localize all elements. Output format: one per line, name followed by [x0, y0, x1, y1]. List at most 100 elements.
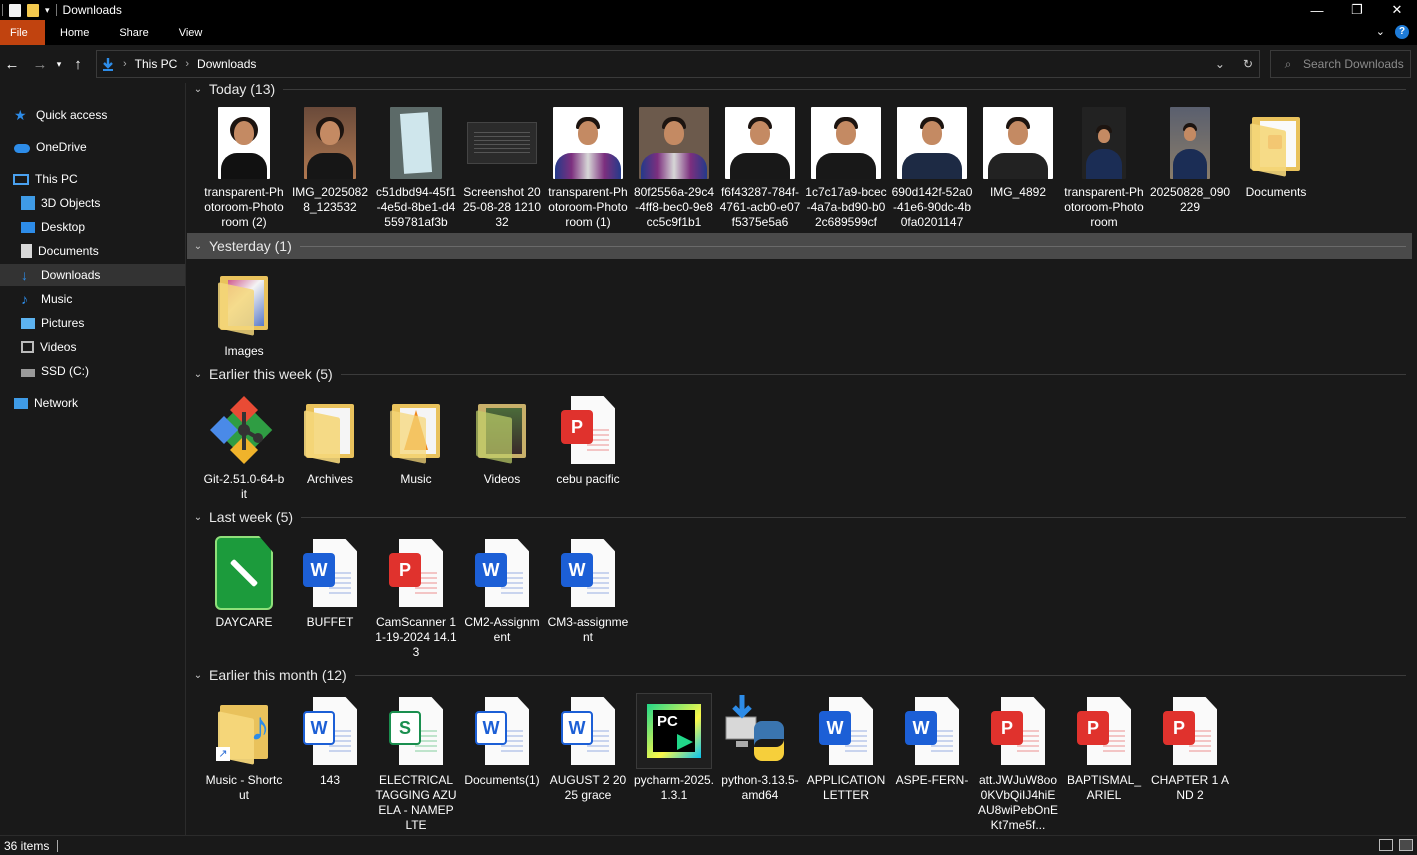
- properties-icon[interactable]: [9, 3, 21, 17]
- forward-arrow-icon[interactable]: →: [28, 56, 52, 73]
- list-item[interactable]: Git-2.51.0-64-bit: [203, 392, 285, 502]
- refresh-icon[interactable]: ↻: [1243, 57, 1253, 71]
- sidebar-item-label: Network: [34, 396, 79, 410]
- search-box[interactable]: ⌕ Search Downloads: [1270, 50, 1411, 78]
- list-item[interactable]: Images: [203, 264, 285, 359]
- folder-icon: [474, 400, 530, 464]
- list-item[interactable]: Music: [375, 392, 457, 487]
- details-view-icon[interactable]: [1379, 839, 1393, 851]
- pdf-file-icon: P: [1163, 697, 1217, 765]
- item-label: 80f2556a-29c4-4ff8-bec0-9e8cc5c9f1b1: [633, 185, 715, 229]
- breadcrumb-downloads[interactable]: Downloads: [197, 57, 256, 71]
- list-item[interactable]: W ASPE-FERN-: [891, 693, 973, 788]
- list-item[interactable]: P CamScanner 11-19-2024 14.13: [375, 535, 457, 660]
- list-item[interactable]: W CM3-assignment: [547, 535, 629, 645]
- sidebar-item-3d-objects[interactable]: 3D Objects: [0, 192, 185, 214]
- group-header-last-week[interactable]: ⌄ Last week (5): [187, 504, 1412, 530]
- list-item[interactable]: Documents: [1235, 105, 1317, 200]
- list-item[interactable]: DAYCARE: [203, 535, 285, 630]
- list-item[interactable]: W APPLICATION LETTER: [805, 693, 887, 803]
- tab-file[interactable]: File: [0, 20, 45, 45]
- pc-icon: [13, 173, 29, 185]
- tab-home[interactable]: Home: [45, 20, 104, 45]
- address-bar[interactable]: › This PC › Downloads ⌄ ↻: [96, 50, 1260, 78]
- minimize-button[interactable]: —: [1297, 0, 1337, 20]
- sidebar-item-downloads[interactable]: ↓ Downloads: [0, 264, 185, 286]
- list-item[interactable]: Screenshot 2025-08-28 121032: [461, 105, 543, 230]
- address-dropdown-icon[interactable]: ⌄: [1215, 57, 1225, 71]
- list-item[interactable]: W BUFFET: [289, 535, 371, 630]
- git-installer-icon: [210, 396, 273, 464]
- sidebar-item-desktop[interactable]: Desktop: [0, 216, 185, 238]
- group-header-earlier-this-month[interactable]: ⌄ Earlier this month (12): [187, 662, 1412, 688]
- list-item[interactable]: P CHAPTER 1 AND 2: [1149, 693, 1231, 803]
- back-arrow-icon[interactable]: ←: [0, 56, 24, 73]
- list-item[interactable]: PC pycharm-2025.1.3.1: [633, 693, 715, 803]
- vertical-scrollbar[interactable]: [1412, 83, 1417, 835]
- image-thumbnail: [639, 107, 709, 179]
- recent-locations-icon[interactable]: ▾: [52, 59, 66, 70]
- list-item[interactable]: ♪ ↗ Music - Shortcut: [203, 693, 285, 803]
- list-item[interactable]: S ELECTRICAL TAGGING AZUELA - NAMEPLTE: [375, 693, 457, 833]
- list-item[interactable]: Archives: [289, 392, 371, 487]
- item-label: CamScanner 11-19-2024 14.13: [375, 615, 457, 659]
- expand-ribbon-icon[interactable]: ⌄: [1376, 25, 1385, 39]
- item-label: ELECTRICAL TAGGING AZUELA - NAMEPLTE: [375, 773, 457, 832]
- sidebar-item-videos[interactable]: Videos: [0, 336, 185, 358]
- group-header-earlier-this-week[interactable]: ⌄ Earlier this week (5): [187, 361, 1412, 387]
- sidebar-item-label: Quick access: [36, 108, 108, 122]
- customize-toolbar-icon[interactable]: ▾: [45, 5, 50, 16]
- list-item[interactable]: 80f2556a-29c4-4ff8-bec0-9e8cc5c9f1b1: [633, 105, 715, 230]
- list-item[interactable]: transparent-Photoroom-Photoroom: [1063, 105, 1145, 230]
- group-header-today[interactable]: ⌄ Today (13): [187, 83, 1412, 102]
- breadcrumb-this-pc[interactable]: This PC: [135, 57, 178, 71]
- search-icon: ⌕: [1284, 56, 1292, 71]
- list-item[interactable]: f6f43287-784f-4761-acb0-e07f5375e5a6: [719, 105, 801, 230]
- sidebar-item-quick-access[interactable]: ★ Quick access: [0, 104, 185, 126]
- spreadsheet-app-icon: [215, 536, 273, 610]
- list-item[interactable]: W AUGUST 2 2025 grace: [547, 693, 629, 803]
- item-label: BUFFET: [306, 615, 354, 629]
- list-item[interactable]: W Documents(1): [461, 693, 543, 788]
- sidebar-item-network[interactable]: Network: [0, 392, 185, 414]
- sidebar-item-pictures[interactable]: Pictures: [0, 312, 185, 334]
- word-file-icon: W: [905, 697, 959, 765]
- list-item[interactable]: python-3.13.5-amd64: [719, 693, 801, 803]
- list-item[interactable]: transparent-Photoroom-Photoroom (1): [547, 105, 629, 230]
- list-item[interactable]: IMG_20250828_123532: [289, 105, 371, 215]
- list-item[interactable]: P BAPTISMAL_ARIEL: [1063, 693, 1145, 803]
- ribbon: File Home Share View ⌄ ?: [0, 20, 1417, 45]
- large-icons-view-icon[interactable]: [1399, 839, 1413, 851]
- list-item[interactable]: P cebu pacific: [547, 392, 629, 487]
- sidebar-item-this-pc[interactable]: This PC: [0, 168, 185, 190]
- item-label: CM2-Assignment: [464, 615, 540, 644]
- sidebar-item-documents[interactable]: Documents: [0, 240, 185, 262]
- sidebar-item-label: 3D Objects: [41, 196, 101, 210]
- word-file-icon: W: [819, 697, 873, 765]
- breadcrumb-separator: ›: [123, 58, 127, 70]
- group-title: Today (13): [209, 83, 276, 97]
- sidebar-item-music[interactable]: ♪ Music: [0, 288, 185, 310]
- list-item[interactable]: Videos: [461, 392, 543, 487]
- up-arrow-icon[interactable]: ↑: [66, 56, 90, 73]
- restore-button[interactable]: ❐: [1337, 0, 1377, 20]
- sidebar-item-onedrive[interactable]: OneDrive: [0, 136, 185, 158]
- list-item[interactable]: transparent-Photoroom-Photoroom (2): [203, 105, 285, 230]
- tab-share[interactable]: Share: [104, 20, 163, 45]
- list-item[interactable]: P att.JWJuW8oo0KVbQiIJ4hiEAU8wiPebOnEKt7…: [977, 693, 1059, 833]
- list-item[interactable]: W 143: [289, 693, 371, 788]
- new-folder-icon[interactable]: [27, 3, 39, 17]
- item-label: Music: [400, 472, 432, 486]
- list-item[interactable]: 690d142f-52a0-41e6-90dc-4b0fa0201147: [891, 105, 973, 230]
- list-item[interactable]: 20250828_090229: [1149, 105, 1231, 215]
- list-item[interactable]: IMG_4892: [977, 105, 1059, 200]
- list-item[interactable]: c51dbd94-45f1-4e5d-8be1-d4559781af3b: [375, 105, 457, 230]
- help-icon[interactable]: ?: [1395, 25, 1409, 39]
- close-button[interactable]: ✕: [1377, 0, 1417, 20]
- list-item[interactable]: 1c7c17a9-bcec-4a7a-bd90-b02c689599cf: [805, 105, 887, 230]
- sidebar-item-ssd[interactable]: SSD (C:): [0, 360, 185, 382]
- group-header-yesterday[interactable]: ⌄ Yesterday (1): [187, 233, 1412, 259]
- file-list[interactable]: ⌄ Today (13) transparent-Photoroom-Photo…: [187, 83, 1412, 835]
- tab-view[interactable]: View: [164, 20, 218, 45]
- list-item[interactable]: W CM2-Assignment: [461, 535, 543, 645]
